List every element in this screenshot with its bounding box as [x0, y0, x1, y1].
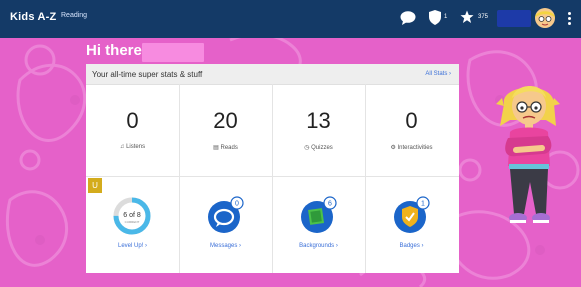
card-title: Your all-time super stats & stuff — [92, 70, 203, 79]
backgrounds-count: 6 — [328, 201, 332, 208]
avatar-character[interactable] — [496, 74, 560, 234]
brand-logo[interactable]: Kids A-Z — [10, 11, 56, 23]
level-up-link[interactable]: Level Up! › — [86, 243, 179, 249]
backgrounds-icon[interactable]: 6 — [298, 196, 338, 236]
headphones-icon: ♫ — [119, 144, 125, 150]
star-icon[interactable] — [460, 10, 474, 24]
messages-count: 0 — [235, 201, 239, 208]
stats-card: Your all-time super stats & stuff All St… — [86, 64, 459, 273]
level-progress-ring[interactable]: 6 of 8 CURRENT — [112, 196, 152, 236]
more-menu-icon[interactable] — [568, 12, 572, 27]
level-badge: U — [88, 178, 102, 193]
interactivities-count: 0 — [405, 108, 418, 133]
listens-label: ♫ Listens — [119, 144, 146, 150]
divider — [86, 176, 459, 177]
section-label[interactable]: Reading — [61, 12, 87, 19]
backgrounds-link[interactable]: Backgrounds › — [272, 243, 365, 249]
interactivities-label: ⚙ Interactivities — [390, 145, 433, 151]
student-name-redacted — [142, 43, 204, 62]
card-header: Your all-time super stats & stuff All St… — [86, 64, 459, 85]
quiz-icon: ◷ — [304, 145, 310, 151]
user-name-box[interactable] — [497, 10, 531, 27]
book-icon: ▤ — [213, 145, 219, 151]
interactivity-icon: ⚙ — [390, 145, 396, 151]
badges-count: 1 — [421, 201, 425, 208]
reads-count: 20 — [213, 108, 238, 133]
top-nav-bar: Kids A-Z Reading 1 375 — [0, 0, 581, 38]
shield-icon[interactable] — [429, 10, 441, 25]
shield-count: 1 — [444, 14, 448, 20]
level-progress-sub: CURRENT — [125, 220, 140, 224]
greeting-text: Hi there, — [86, 42, 147, 59]
messages-icon[interactable]: 0 — [205, 196, 245, 236]
chat-bubble-icon[interactable] — [400, 11, 416, 25]
star-count: 375 — [478, 14, 489, 20]
badges-link[interactable]: Badges › — [365, 243, 458, 249]
messages-link[interactable]: Messages › — [179, 243, 272, 249]
badges-icon[interactable]: 1 — [391, 196, 431, 236]
level-progress-text: 6 of 8 — [123, 212, 141, 219]
all-stats-link[interactable]: All Stats › — [425, 71, 451, 77]
avatar-icon[interactable] — [534, 6, 556, 30]
quizzes-count: 13 — [306, 108, 331, 133]
quizzes-label: ◷ Quizzes — [304, 145, 333, 151]
reads-label: ▤ Reads — [213, 145, 238, 151]
listens-count: 0 — [126, 108, 139, 133]
